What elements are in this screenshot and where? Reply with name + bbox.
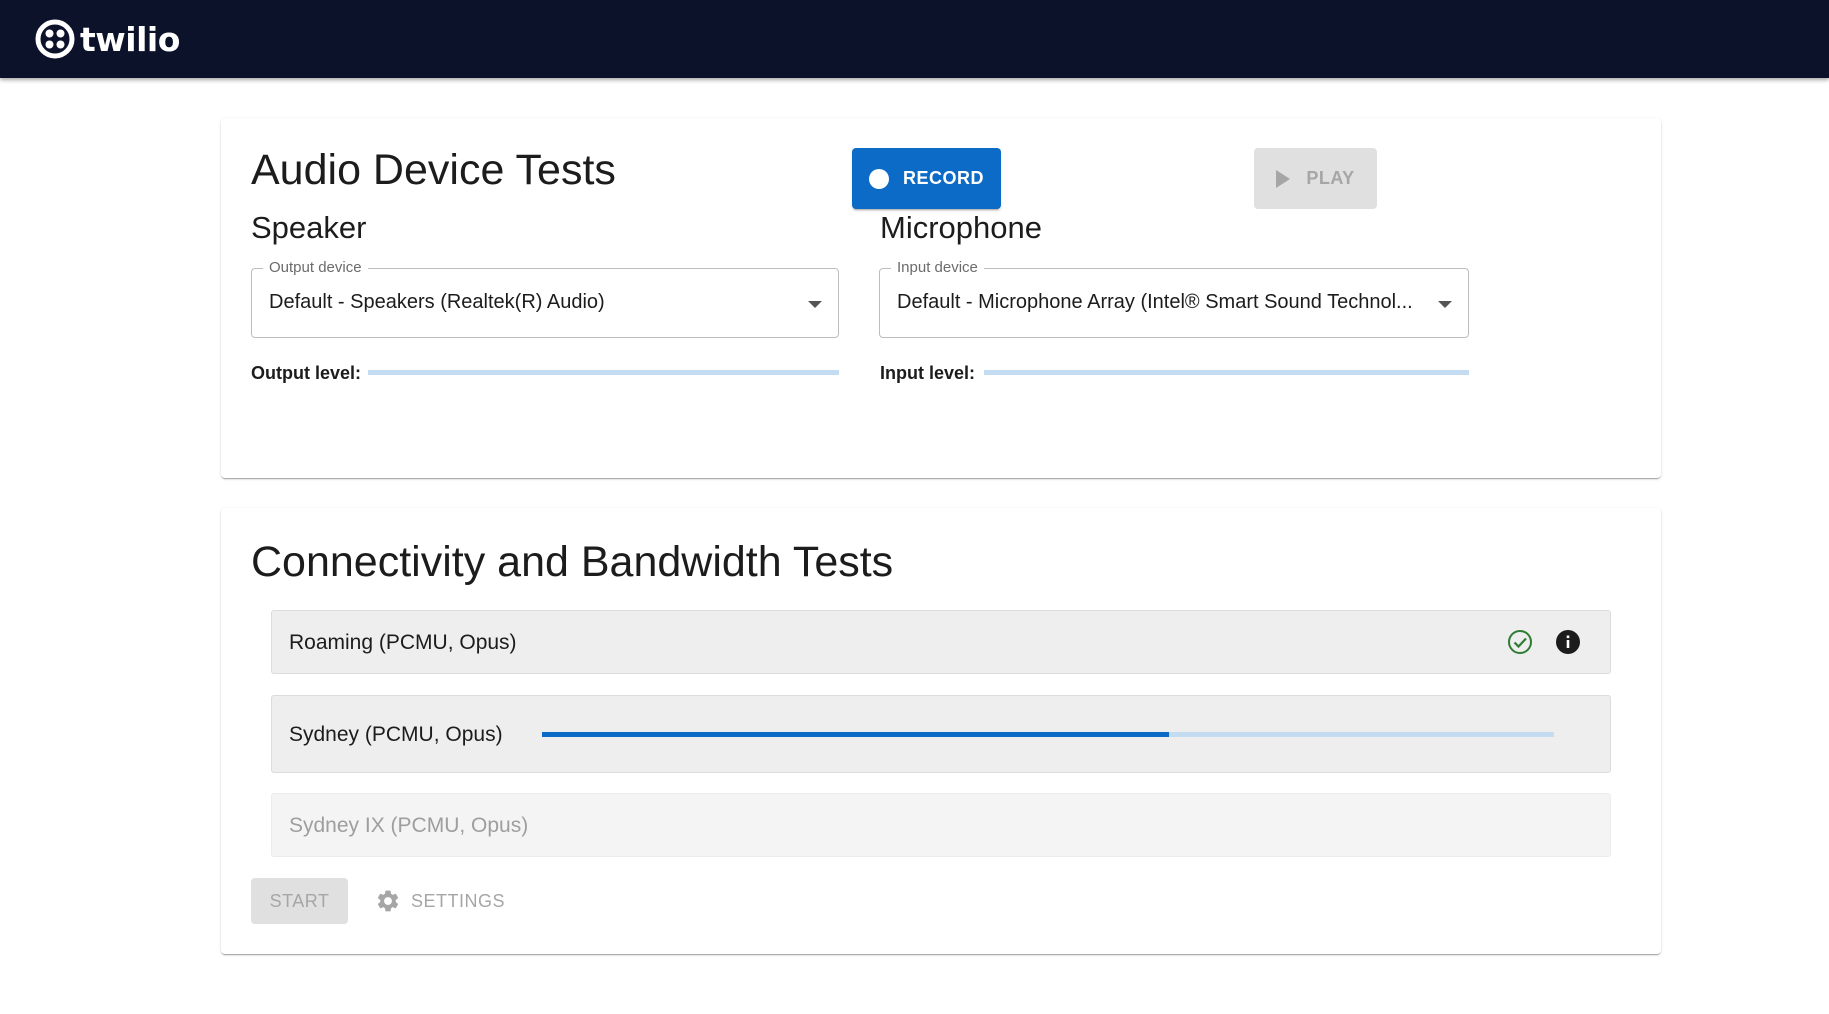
play-button[interactable]: PLAY xyxy=(1254,148,1377,209)
test-row-label: Sydney (PCMU, Opus) xyxy=(289,723,503,746)
settings-button[interactable]: SETTINGS xyxy=(375,878,505,924)
settings-button-label: SETTINGS xyxy=(411,890,506,911)
output-level-meter xyxy=(368,370,839,375)
input-device-value: Default - Microphone Array (Intel® Smart… xyxy=(897,291,1413,313)
audio-tests-title: Audio Device Tests xyxy=(251,146,616,194)
connectivity-tests-title: Connectivity and Bandwidth Tests xyxy=(251,538,894,586)
audio-device-tests-card: Audio Device Tests RECORD PLAY Speaker O… xyxy=(221,118,1661,478)
test-progress-bar xyxy=(542,732,1554,737)
input-device-label: Input device xyxy=(891,259,984,276)
record-button[interactable]: RECORD xyxy=(852,148,1001,209)
check-circle-icon xyxy=(1508,630,1532,654)
input-level-meter xyxy=(984,370,1469,375)
output-device-label: Output device xyxy=(263,259,368,276)
top-app-bar: twilio xyxy=(0,0,1829,78)
chevron-down-icon xyxy=(1438,301,1452,308)
start-button[interactable]: START xyxy=(251,878,348,924)
start-button-label: START xyxy=(269,890,330,911)
play-icon xyxy=(1276,169,1291,188)
test-row-sydney[interactable]: Sydney (PCMU, Opus) xyxy=(271,695,1611,773)
output-level-label: Output level: xyxy=(251,363,362,383)
twilio-logo-icon xyxy=(35,19,75,59)
output-device-select[interactable]: Output device Default - Speakers (Realte… xyxy=(251,259,839,338)
logo-text: twilio xyxy=(80,19,180,59)
record-button-label: RECORD xyxy=(902,168,984,188)
test-row-roaming[interactable]: Roaming (PCMU, Opus) xyxy=(271,610,1611,674)
connectivity-tests-card: Connectivity and Bandwidth Tests Roaming… xyxy=(221,508,1661,954)
test-row-label: Sydney IX (PCMU, Opus) xyxy=(289,814,529,837)
output-device-value: Default - Speakers (Realtek(R) Audio) xyxy=(269,291,605,313)
info-icon[interactable] xyxy=(1555,629,1581,655)
input-level-label: Input level: xyxy=(880,363,976,383)
chevron-down-icon xyxy=(808,301,822,308)
twilio-logo[interactable]: twilio xyxy=(34,18,180,60)
test-progress-fill xyxy=(542,732,1170,737)
input-device-select[interactable]: Input device Default - Microphone Array … xyxy=(879,259,1469,338)
speaker-heading: Speaker xyxy=(251,210,367,245)
gear-icon xyxy=(377,890,399,912)
microphone-heading: Microphone xyxy=(880,210,1042,245)
test-row-sydney-ix[interactable]: Sydney IX (PCMU, Opus) xyxy=(271,793,1611,857)
test-row-label: Roaming (PCMU, Opus) xyxy=(289,631,517,654)
record-dot-icon xyxy=(868,168,889,189)
play-button-label: PLAY xyxy=(1306,168,1355,188)
